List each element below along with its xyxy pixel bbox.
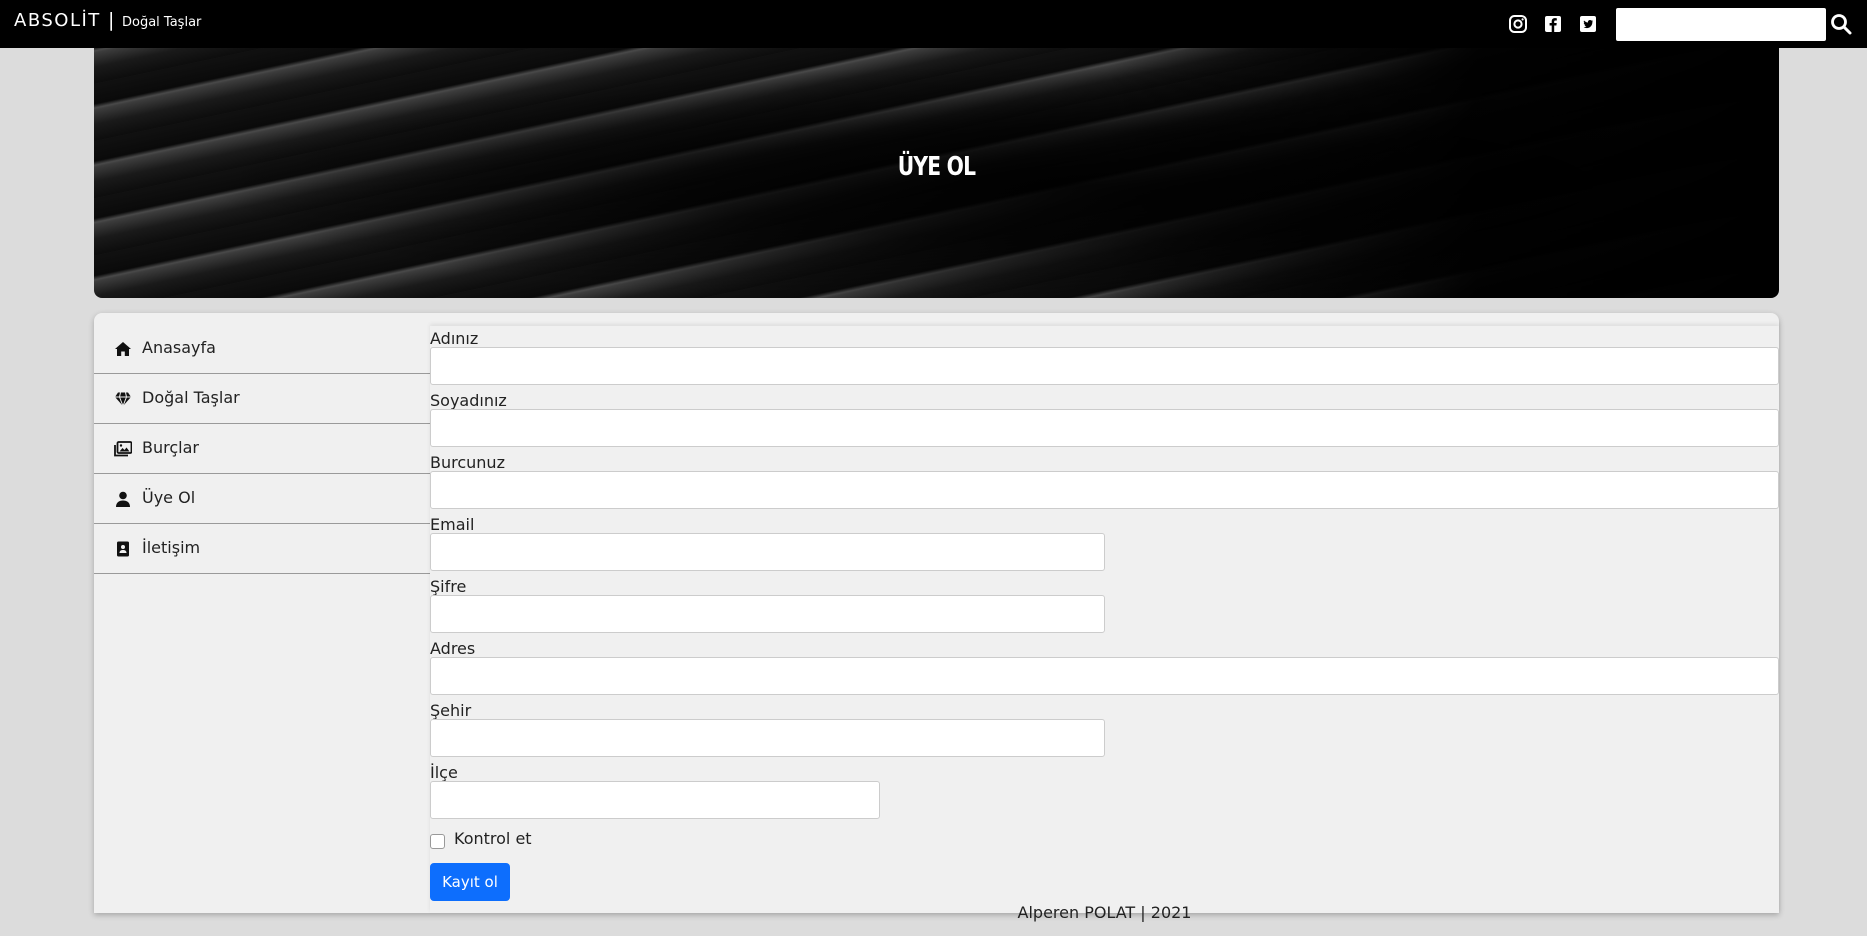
sidebar-item-label: İletişim: [142, 538, 201, 557]
last-name-label: Soyadınız: [430, 391, 507, 410]
sidebar-item-uye-ol[interactable]: Üye Ol: [94, 474, 430, 524]
district-field[interactable]: [430, 781, 880, 819]
brand-separator: |: [108, 9, 115, 31]
control-checkbox-label: Kontrol et: [454, 829, 532, 848]
brand-subtitle[interactable]: Doğal Taşlar: [122, 15, 201, 30]
top-navbar: ABSOLİT | Doğal Taşlar: [0, 0, 1867, 48]
hero-banner: ÜYE OL: [94, 48, 1779, 298]
search-icon[interactable]: [1829, 12, 1853, 36]
sidebar-item-label: Anasayfa: [142, 338, 216, 357]
contact-book-icon: [117, 541, 129, 557]
sidebar-item-label: Doğal Taşlar: [142, 388, 240, 407]
gem-icon: [115, 392, 131, 407]
content-panel: Anasayfa Doğal Taşlar Burçlar Üye Ol İle…: [94, 313, 1779, 922]
city-label: Şehir: [430, 701, 472, 720]
sidebar-item-dogal-taslar[interactable]: Doğal Taşlar: [94, 374, 430, 424]
address-field[interactable]: [430, 657, 1779, 695]
instagram-icon[interactable]: [1508, 14, 1528, 34]
footer-text: Alperen POLAT | 2021: [1017, 903, 1192, 922]
district-label: İlçe: [430, 763, 458, 782]
user-icon: [116, 491, 130, 507]
sidebar-item-anasayfa[interactable]: Anasayfa: [94, 324, 430, 374]
zodiac-label: Burcunuz: [430, 453, 505, 472]
zodiac-field[interactable]: [430, 471, 1779, 509]
last-name-field[interactable]: [430, 409, 1779, 447]
email-label: Email: [430, 515, 475, 534]
brand-logo-text[interactable]: ABSOLİT: [14, 10, 101, 31]
address-label: Adres: [430, 639, 476, 658]
first-name-field[interactable]: [430, 347, 1779, 385]
page-title: ÜYE OL: [897, 152, 976, 182]
sidebar-item-label: Üye Ol: [142, 488, 196, 507]
register-button[interactable]: Kayıt ol: [430, 863, 510, 901]
first-name-label: Adınız: [430, 329, 479, 348]
control-checkbox[interactable]: [430, 834, 445, 849]
sidebar-item-label: Burçlar: [142, 438, 199, 457]
email-field[interactable]: [430, 533, 1105, 571]
home-icon: [115, 342, 131, 356]
facebook-icon[interactable]: [1543, 14, 1563, 34]
registration-form: Adınız Soyadınız Burcunuz Email Şifre Ad…: [430, 326, 1779, 922]
password-label: Şifre: [430, 577, 467, 596]
twitter-icon[interactable]: [1578, 14, 1598, 34]
search-input[interactable]: [1616, 8, 1826, 41]
sidebar-item-iletisim[interactable]: İletişim: [94, 524, 430, 574]
city-field[interactable]: [430, 719, 1105, 757]
password-field[interactable]: [430, 595, 1105, 633]
sidebar-item-burclar[interactable]: Burçlar: [94, 424, 430, 474]
images-icon: [114, 441, 132, 457]
